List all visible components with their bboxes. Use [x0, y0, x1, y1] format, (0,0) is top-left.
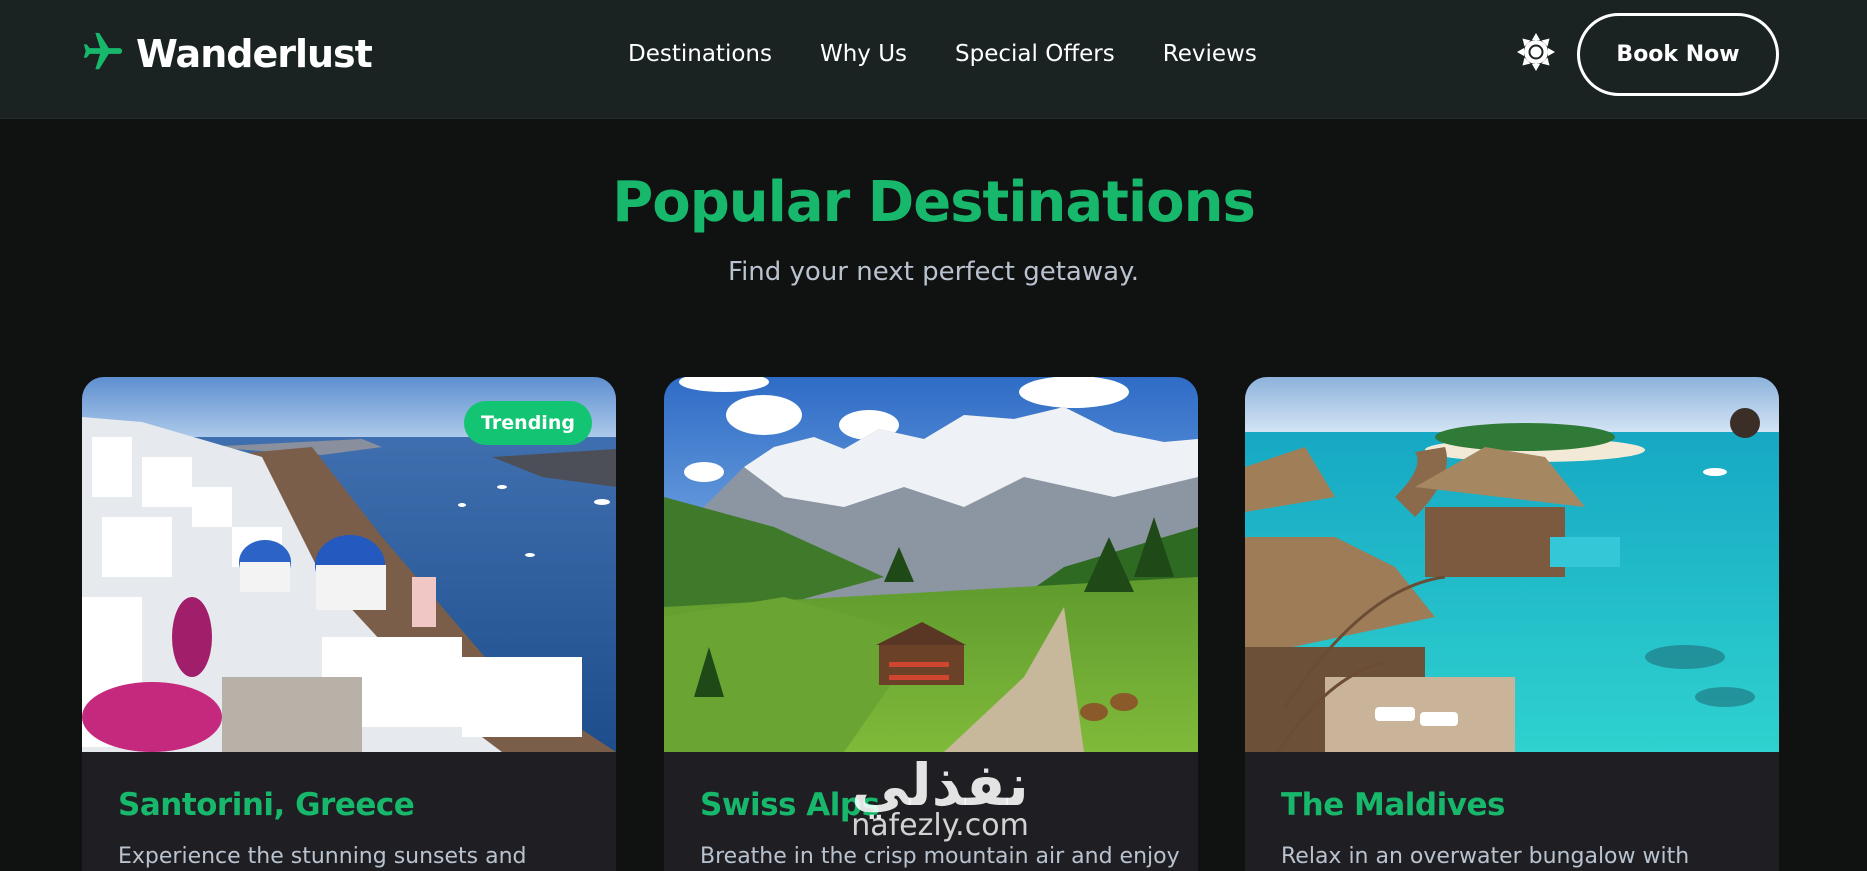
nav-link-reviews[interactable]: Reviews: [1163, 41, 1257, 67]
maldives-image: [1245, 377, 1779, 752]
brand-logo[interactable]: Wanderlust: [80, 29, 373, 79]
section-title: Popular Destinations: [612, 170, 1256, 235]
card-description: Experience the stunning sunsets and: [118, 844, 527, 869]
destination-card-swiss-alps[interactable]: Swiss Alps Breathe in the crisp mountain…: [664, 377, 1198, 871]
card-title[interactable]: Swiss Alps: [700, 787, 880, 823]
theme-toggle-button[interactable]: [1514, 32, 1558, 76]
destination-card-maldives[interactable]: The Maldives Relax in an overwater bunga…: [1245, 377, 1779, 871]
nav-link-why-us[interactable]: Why Us: [820, 41, 907, 67]
brand-name: Wanderlust: [136, 32, 373, 76]
trending-badge: Trending: [464, 401, 592, 445]
section-subtitle: Find your next perfect getaway.: [728, 257, 1139, 287]
card-title[interactable]: Santorini, Greece: [118, 787, 415, 823]
airplane-icon: [80, 29, 126, 79]
card-description: Breathe in the crisp mountain air and en…: [700, 844, 1180, 869]
nav-link-special-offers[interactable]: Special Offers: [955, 41, 1115, 67]
destination-card-santorini[interactable]: Trending Santorini, Greece Experience th…: [82, 377, 616, 871]
swiss-alps-image: [664, 377, 1198, 752]
sun-icon: [1516, 32, 1556, 76]
nav-link-destinations[interactable]: Destinations: [628, 41, 772, 67]
favorite-button[interactable]: [1730, 408, 1760, 438]
main-nav: Destinations Why Us Special Offers Revie…: [628, 36, 1257, 72]
card-description: Relax in an overwater bungalow with: [1281, 844, 1690, 869]
book-now-button[interactable]: Book Now: [1577, 13, 1779, 96]
site-header: Wanderlust Destinations Why Us Special O…: [0, 0, 1867, 119]
card-title[interactable]: The Maldives: [1281, 787, 1505, 823]
